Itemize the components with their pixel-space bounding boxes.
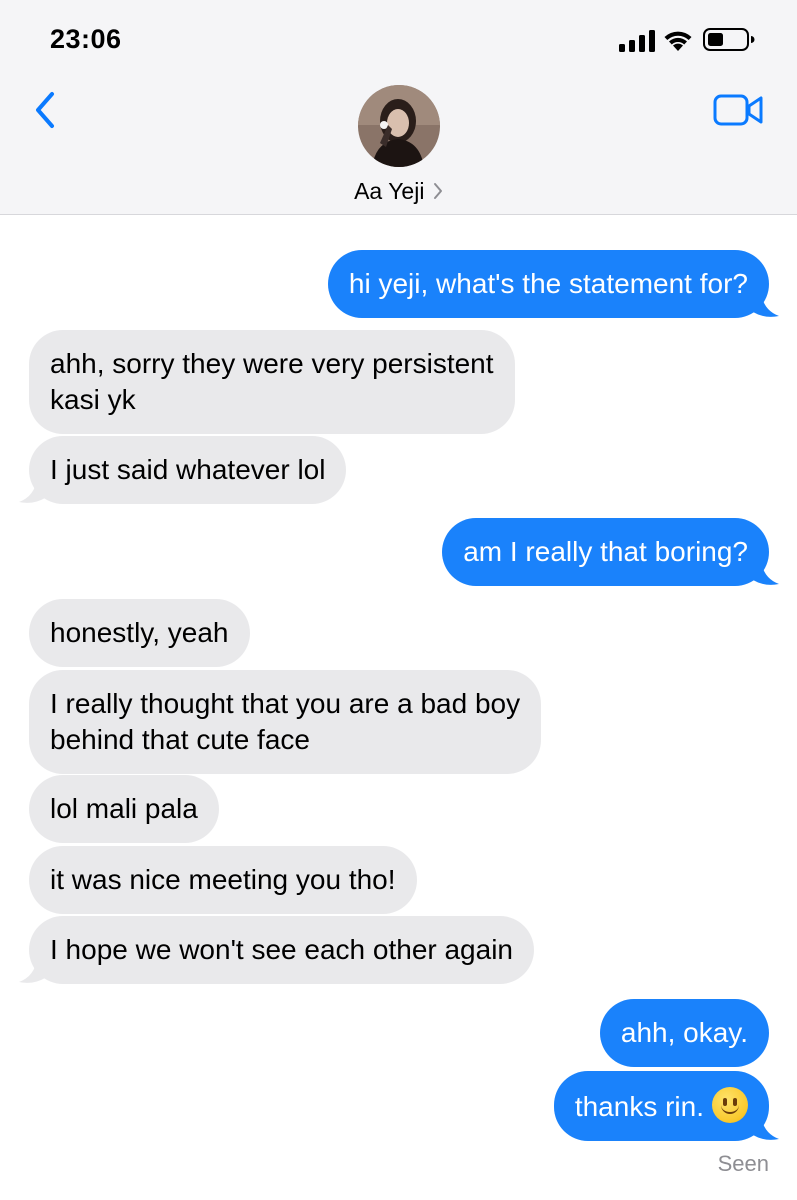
message-text: it was nice meeting you tho! [50, 864, 396, 895]
back-button[interactable] [30, 88, 60, 132]
message-text: honestly, yeah [50, 617, 229, 648]
message-text: I hope we won't see each other again [50, 934, 513, 965]
message-text: hi yeji, what's the statement for? [348, 268, 748, 299]
message-outgoing[interactable]: ahh, okay. [599, 999, 769, 1067]
facetime-video-button[interactable] [713, 93, 765, 127]
cellular-signal-icon [619, 30, 655, 52]
bubble-tail [751, 292, 779, 317]
message-text: I just said whatever lol [50, 454, 326, 485]
message-text: ahh, sorry they were very persistent [50, 348, 494, 379]
message-outgoing[interactable]: thanks rin. [553, 1071, 779, 1141]
message-text-span: thanks rin. [574, 1091, 704, 1122]
message-text: behind that cute face [50, 724, 310, 755]
message-text: lol mali pala [50, 793, 198, 824]
message-incoming[interactable]: it was nice meeting you tho! [29, 846, 417, 914]
message-text: ahh, okay. [620, 1017, 748, 1048]
avatar-photo [358, 85, 440, 167]
video-camera-icon [713, 94, 763, 126]
message-incoming[interactable]: ahh, sorry they were very persistent kas… [29, 330, 515, 434]
message-outgoing[interactable]: am I really that boring? [442, 518, 779, 586]
wifi-icon [664, 31, 692, 51]
message-incoming[interactable]: I just said whatever lol [19, 436, 347, 504]
message-incoming[interactable]: lol mali pala [29, 775, 219, 843]
bubble-tail [19, 958, 47, 983]
read-receipt: Seen [717, 1151, 769, 1176]
status-icons [619, 27, 759, 57]
slightly-smiling-face-icon [712, 1087, 748, 1123]
contact-name-button[interactable]: Aa Yeji [0, 178, 797, 205]
conversation-header: 23:06 Aa Yeji [0, 0, 797, 215]
contact-avatar[interactable] [358, 85, 440, 167]
message-text: kasi yk [50, 384, 136, 415]
contact-name: Aa Yeji [354, 178, 425, 204]
message-incoming[interactable]: honestly, yeah [29, 599, 250, 667]
battery-icon [703, 28, 755, 51]
message-text: am I really that boring? [463, 536, 748, 567]
back-chevron-icon [36, 92, 54, 128]
message-text: I really thought that you are a bad boy [50, 688, 521, 719]
message-incoming[interactable]: I hope we won't see each other again [19, 916, 534, 984]
message-outgoing[interactable]: hi yeji, what's the statement for? [327, 250, 779, 318]
status-time: 23:06 [50, 24, 122, 54]
chevron-right-icon [433, 183, 442, 199]
message-incoming[interactable]: I really thought that you are a bad boy … [29, 670, 542, 774]
message-text: thanks rin. [575, 1087, 748, 1125]
bubble-tail [19, 478, 47, 503]
bubble-tail [751, 560, 779, 585]
bubble-tail [751, 1115, 779, 1140]
